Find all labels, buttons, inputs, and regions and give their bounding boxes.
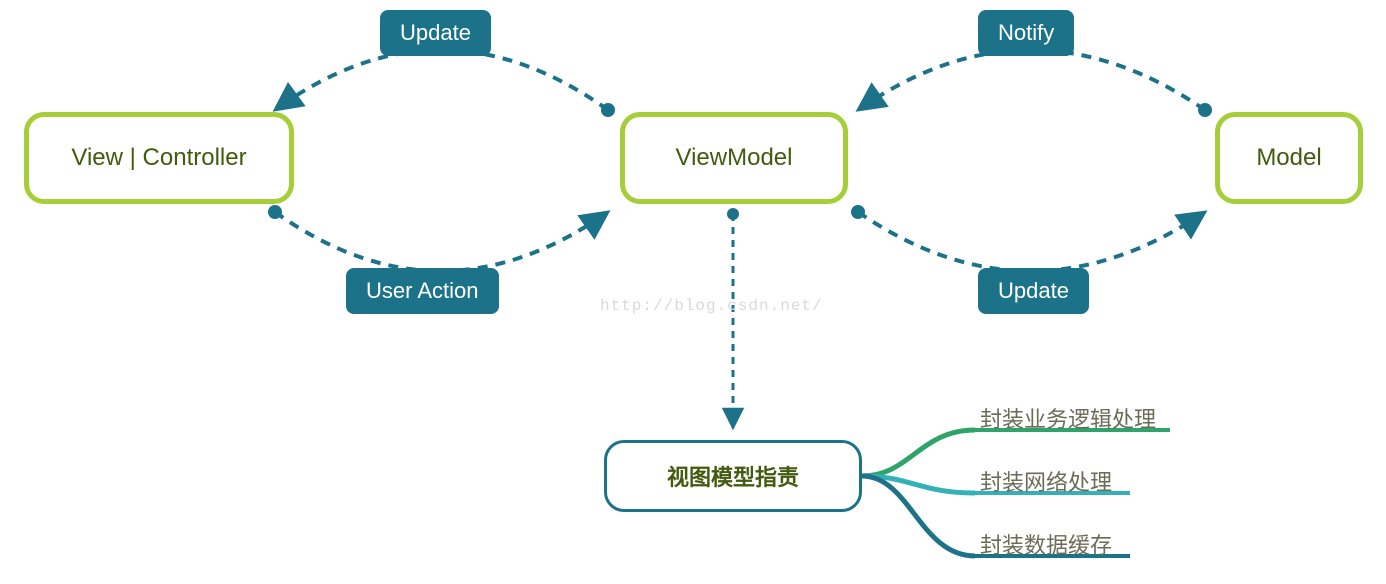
responsibility-item: 封装业务逻辑处理 [980,402,1156,434]
viewmodel-label: ViewModel [676,144,793,172]
responsibility-node: 视图模型指责 [604,440,862,512]
responsibility-item: 封装网络处理 [980,465,1112,497]
model-label: Model [1256,144,1321,172]
model-node: Model [1215,112,1363,204]
viewmodel-node: ViewModel [620,112,848,204]
user-action-label: User Action [346,268,499,314]
notify-label: Notify [978,10,1074,56]
update-left-label: Update [380,10,491,56]
view-controller-node: View | Controller [24,112,294,204]
view-controller-label: View | Controller [71,144,246,172]
watermark-text: http://blog.csdn.net/ [600,297,823,315]
update-right-label: Update [978,268,1089,314]
responsibility-item: 封装数据缓存 [980,528,1112,560]
responsibility-title: 视图模型指责 [667,460,799,492]
